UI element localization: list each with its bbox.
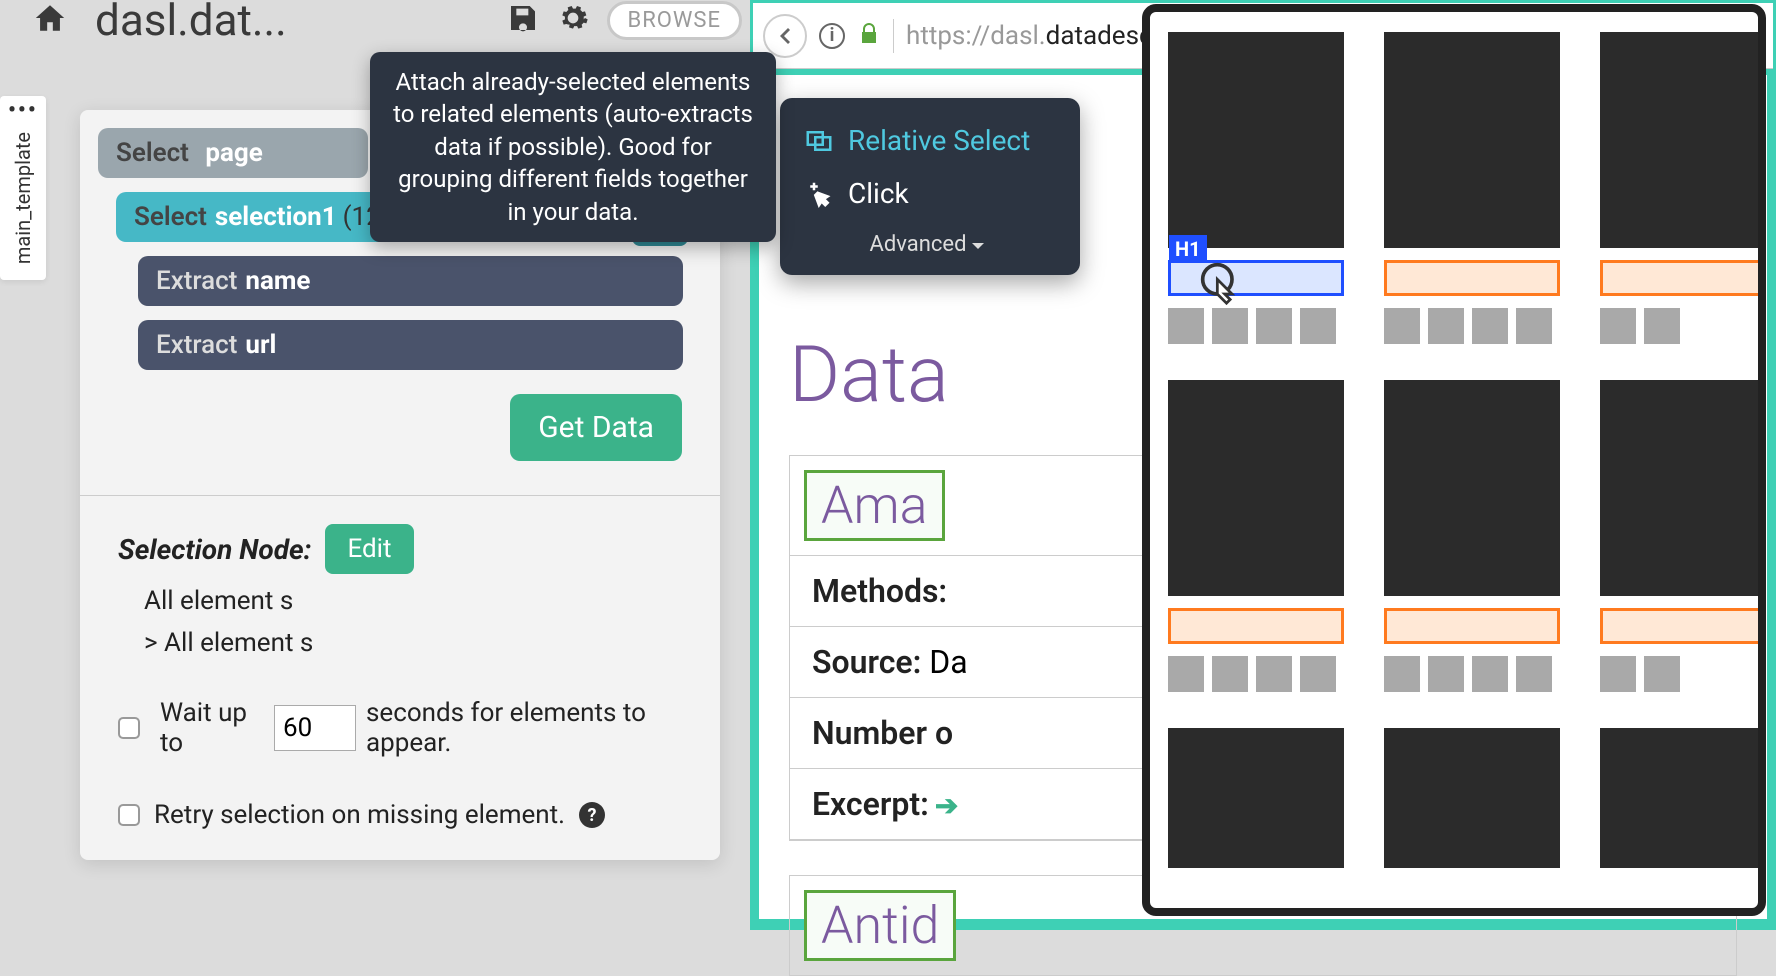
get-data-button[interactable]: Get Data xyxy=(510,394,682,461)
selection-node-label: Selection Node: xyxy=(118,533,311,566)
cmd-select-page[interactable]: Select page xyxy=(98,128,368,178)
selector-line-1: All element s xyxy=(144,586,696,616)
wait-seconds-input[interactable] xyxy=(274,705,356,751)
gear-icon[interactable] xyxy=(557,2,589,38)
skel-thumb xyxy=(1168,32,1344,248)
lock-icon xyxy=(857,22,881,50)
back-button[interactable] xyxy=(763,14,807,58)
template-tab-label: main_template xyxy=(11,126,35,270)
arrow-icon[interactable]: ➔ xyxy=(935,789,958,822)
wait-row: Wait up to seconds for elements to appea… xyxy=(118,698,696,758)
skel-title[interactable] xyxy=(1384,608,1560,644)
browse-button[interactable]: BROWSE xyxy=(607,1,742,40)
skel-title[interactable] xyxy=(1384,260,1560,296)
cmd-extract-url[interactable]: Extracturl xyxy=(138,320,683,370)
retry-row: Retry selection on missing element.? xyxy=(118,800,696,830)
skeleton-overlay: H1 xyxy=(1142,4,1766,916)
help-icon[interactable]: ? xyxy=(579,802,605,828)
template-tab[interactable]: ••• main_template xyxy=(0,96,46,280)
project-title: dasl.dat... xyxy=(95,0,287,46)
home-icon[interactable] xyxy=(33,1,67,39)
info-icon[interactable]: i xyxy=(819,23,845,49)
h1-tag: H1 xyxy=(1169,235,1207,263)
card-title[interactable]: Ama xyxy=(804,470,945,541)
relative-select-tooltip: Attach already-selected elements to rela… xyxy=(370,52,776,242)
context-menu: Relative Select Click Advanced xyxy=(780,98,1080,275)
more-icon[interactable]: ••• xyxy=(8,106,38,116)
selector-line-2: > All element s xyxy=(144,628,696,658)
top-toolbar: dasl.dat... BROWSE xyxy=(0,0,750,40)
save-icon[interactable] xyxy=(507,2,539,38)
cmd-extract-name[interactable]: Extractname xyxy=(138,256,683,306)
skel-title[interactable] xyxy=(1168,608,1344,644)
card-title-2[interactable]: Antid xyxy=(804,890,956,961)
menu-advanced[interactable]: Advanced xyxy=(798,220,1056,261)
cursor-icon xyxy=(1199,261,1243,305)
menu-click[interactable]: Click xyxy=(798,167,1056,220)
skel-title[interactable] xyxy=(1600,608,1766,644)
skel-title[interactable] xyxy=(1600,260,1766,296)
edit-button[interactable]: Edit xyxy=(325,524,413,574)
menu-relative-select[interactable]: Relative Select xyxy=(798,114,1056,167)
skel-title-selected[interactable]: H1 xyxy=(1168,260,1344,296)
retry-checkbox[interactable] xyxy=(118,804,140,826)
wait-checkbox[interactable] xyxy=(118,717,140,739)
url-text[interactable]: https://dasl.datadescrip xyxy=(906,21,1182,51)
